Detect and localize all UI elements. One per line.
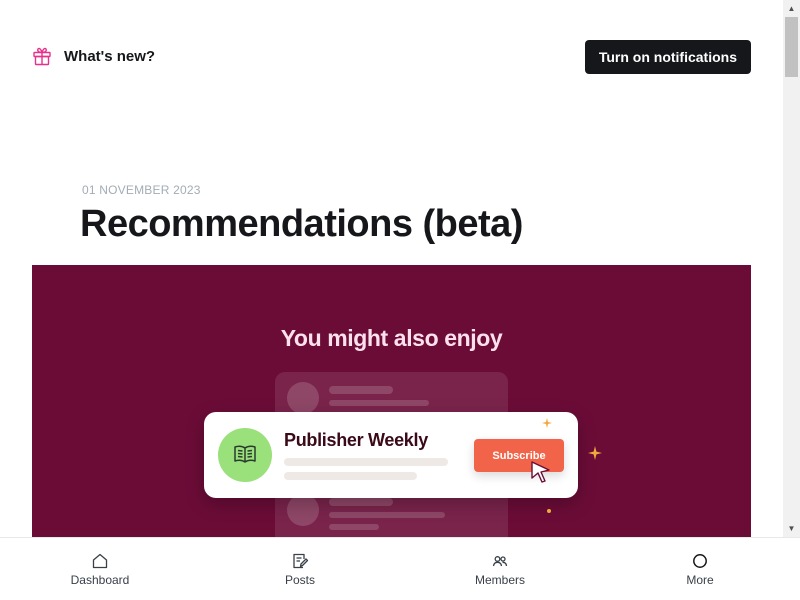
ghost-line <box>329 386 393 394</box>
members-icon <box>492 556 508 567</box>
hero-image: You might also enjoy Publisher Weekly Su… <box>32 265 751 537</box>
gift-icon <box>33 47 51 66</box>
nav-label-posts: Posts <box>284 573 315 587</box>
whats-new-header: What's new? Turn on notifications <box>32 40 751 74</box>
vertical-scrollbar[interactable]: ▲ ▼ <box>783 0 800 537</box>
ghost-line <box>329 400 429 406</box>
hero-heading: You might also enjoy <box>280 325 503 351</box>
nav-label-dashboard: Dashboard <box>70 573 130 587</box>
publication-avatar <box>218 428 272 482</box>
ghost-line <box>329 524 379 530</box>
post-date: 01 NOVEMBER 2023 <box>82 183 201 197</box>
sparkle-dot <box>547 509 551 513</box>
sparkle-icon <box>542 418 552 428</box>
cursor-pointer-icon <box>531 461 550 483</box>
ghost-line <box>329 512 445 518</box>
placeholder-line <box>284 472 417 480</box>
nav-item-dashboard[interactable]: Dashboard <box>0 538 200 600</box>
nav-item-more[interactable]: More <box>600 538 800 600</box>
ghost-line <box>329 498 393 506</box>
open-book-icon <box>234 445 256 463</box>
placeholder-line <box>284 458 448 466</box>
nav-item-posts[interactable]: Posts <box>200 538 400 600</box>
scroll-up-arrow-icon[interactable]: ▲ <box>783 0 800 17</box>
ghost-avatar <box>287 382 319 414</box>
whats-new-title: What's new? <box>64 48 156 65</box>
home-icon <box>92 553 108 569</box>
scroll-down-arrow-icon[interactable]: ▼ <box>783 520 800 537</box>
sparkle-icon <box>588 446 602 460</box>
nav-label-members: Members <box>474 573 525 587</box>
ghost-avatar <box>287 494 319 526</box>
more-icon <box>693 554 707 568</box>
posts-icon <box>293 553 309 569</box>
nav-item-members[interactable]: Members <box>400 538 600 600</box>
publication-name: Publisher Weekly <box>284 430 428 450</box>
scroll-thumb[interactable] <box>785 17 798 77</box>
recommendation-card: Publisher Weekly Subscribe <box>204 412 578 498</box>
bottom-navigation: Dashboard Posts Members More <box>0 537 800 600</box>
turn-on-notifications-button[interactable]: Turn on notifications <box>584 40 751 74</box>
main-content: What's new? Turn on notifications 01 NOV… <box>0 0 783 537</box>
post-title: Recommendations (beta) <box>80 203 523 245</box>
nav-label-more: More <box>686 573 714 587</box>
